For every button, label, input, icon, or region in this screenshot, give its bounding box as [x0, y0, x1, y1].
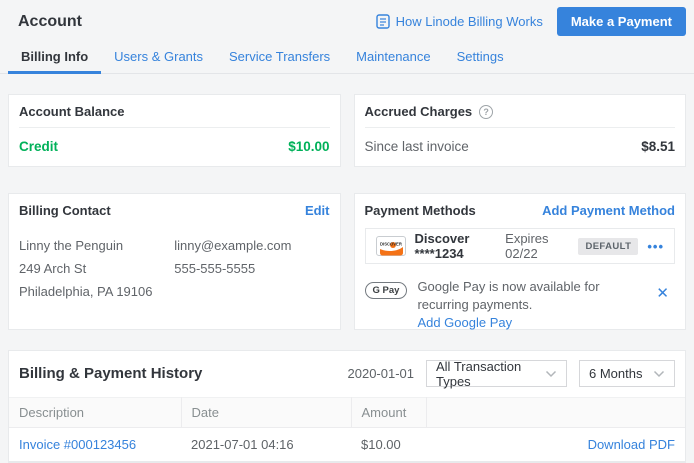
transaction-type-value: All Transaction Types: [436, 359, 545, 389]
column-header-date: Date: [181, 398, 351, 428]
accrued-amount: $8.51: [641, 139, 675, 154]
google-pay-icon: G Pay: [365, 282, 408, 299]
period-value: 6 Months: [589, 366, 642, 381]
page-title: Account: [18, 13, 82, 31]
payment-methods-title: Payment Methods: [365, 203, 476, 218]
accrued-charges-card: Accrued Charges ? Since last invoice $8.…: [354, 94, 687, 167]
discover-card-icon: DISCOVER: [376, 236, 406, 256]
close-icon[interactable]: ✕: [656, 284, 669, 302]
invoice-date: 2021-07-01 04:16: [181, 428, 351, 462]
column-header-amount: Amount: [351, 398, 426, 428]
download-pdf-link[interactable]: Download PDF: [588, 437, 675, 452]
tab-maintenance[interactable]: Maintenance: [343, 44, 443, 74]
account-balance-card: Account Balance Credit $10.00: [8, 94, 341, 167]
chevron-down-icon: [653, 370, 665, 378]
billing-contact-title: Billing Contact: [19, 203, 111, 218]
table-row: Invoice #000123456 2021-07-01 04:16 $10.…: [9, 428, 685, 462]
invoice-link[interactable]: Invoice #000123456: [19, 437, 136, 452]
contact-phone: 555-555-5555: [174, 257, 329, 280]
credit-label: Credit: [19, 139, 58, 154]
contact-name: Linny the Penguin: [19, 234, 174, 257]
payment-methods-card: Payment Methods Add Payment Method DISCO…: [354, 193, 687, 330]
history-table: Description Date Amount Invoice #0001234…: [9, 397, 685, 462]
transaction-type-select[interactable]: All Transaction Types: [426, 360, 567, 387]
chevron-down-icon: [545, 370, 557, 378]
column-header-actions: [426, 398, 685, 428]
tab-service-transfers[interactable]: Service Transfers: [216, 44, 343, 74]
add-google-pay-link[interactable]: Add Google Pay: [417, 315, 512, 330]
account-tabbar: Billing Info Users & Grants Service Tran…: [0, 40, 694, 74]
google-pay-notice: G Pay Google Pay is now available for re…: [365, 278, 676, 332]
payment-method-row: DISCOVER Discover ****1234 Expires 02/22…: [365, 228, 676, 264]
document-icon: [376, 14, 390, 29]
contact-city: Philadelphia, PA 19106: [19, 280, 174, 303]
history-title: Billing & Payment History: [19, 365, 202, 382]
make-payment-button[interactable]: Make a Payment: [557, 7, 686, 36]
page-header: Account How Linode Billing Works Make a …: [0, 0, 694, 40]
card-expiry: Expires 02/22: [505, 231, 565, 261]
history-start-date: 2020-01-01: [348, 366, 415, 381]
card-actions-menu-icon[interactable]: •••: [647, 239, 664, 254]
since-last-invoice-label: Since last invoice: [365, 139, 469, 154]
invoice-amount: $10.00: [351, 428, 426, 462]
accrued-charges-title: Accrued Charges: [365, 104, 473, 119]
billing-contact-card: Billing Contact Edit Linny the Penguin 2…: [8, 193, 341, 330]
how-billing-works-link[interactable]: How Linode Billing Works: [376, 14, 543, 29]
card-label: Discover ****1234: [415, 231, 497, 261]
add-payment-method-link[interactable]: Add Payment Method: [542, 203, 675, 218]
help-icon[interactable]: ?: [479, 105, 493, 119]
google-pay-message: Google Pay is now available for recurrin…: [417, 278, 646, 314]
tab-settings[interactable]: Settings: [444, 44, 517, 74]
how-billing-works-label: How Linode Billing Works: [396, 14, 543, 29]
tab-users-grants[interactable]: Users & Grants: [101, 44, 216, 74]
column-header-description: Description: [9, 398, 181, 428]
tab-billing-info[interactable]: Billing Info: [8, 44, 101, 74]
credit-amount: $10.00: [288, 139, 329, 154]
svg-text:DISCOVER: DISCOVER: [380, 242, 402, 247]
edit-contact-link[interactable]: Edit: [305, 203, 330, 218]
contact-street: 249 Arch St: [19, 257, 174, 280]
period-select[interactable]: 6 Months: [579, 360, 675, 387]
default-badge: DEFAULT: [578, 238, 638, 255]
contact-email: linny@example.com: [174, 234, 329, 257]
billing-history-section: Billing & Payment History 2020-01-01 All…: [8, 350, 686, 463]
account-balance-title: Account Balance: [19, 104, 124, 119]
